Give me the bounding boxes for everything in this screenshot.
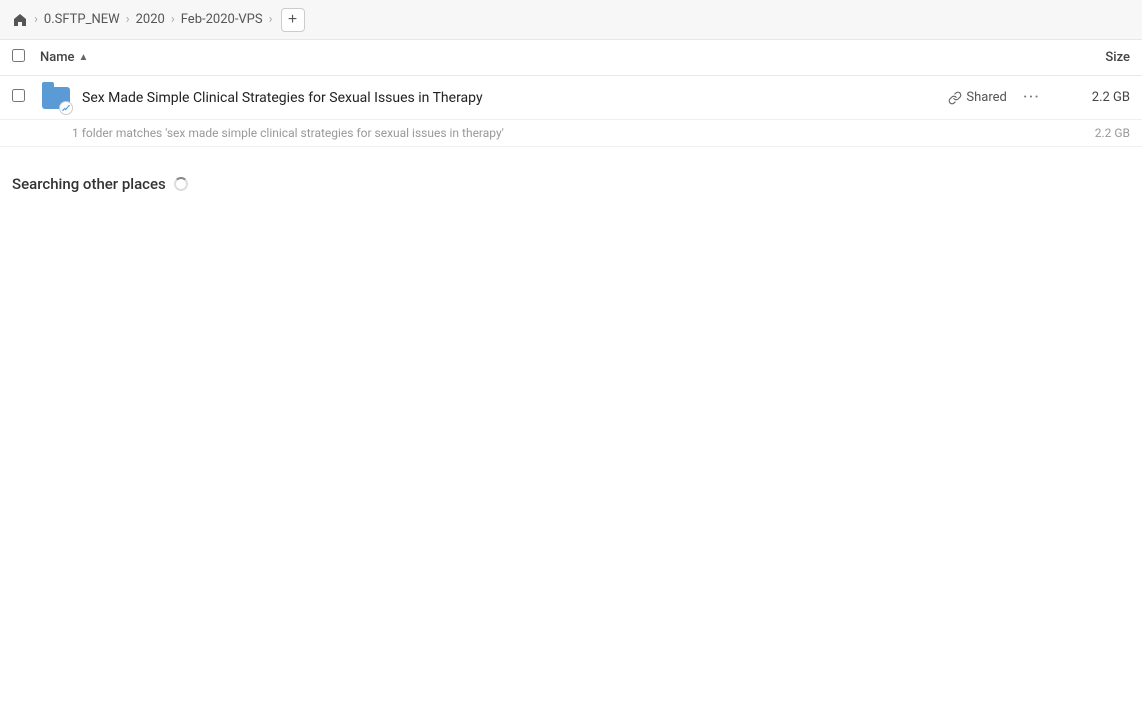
size-column-header[interactable]: Size bbox=[1050, 50, 1130, 65]
searching-other-places-section: Searching other places bbox=[0, 147, 1142, 205]
breadcrumb-item-0[interactable]: 0.SFTP_NEW bbox=[40, 10, 124, 29]
match-size: 2.2 GB bbox=[1095, 126, 1130, 140]
sort-arrow-icon: ▲ bbox=[79, 52, 89, 63]
shared-badge: Shared bbox=[948, 90, 1006, 105]
row-checkbox[interactable] bbox=[12, 89, 32, 106]
link-badge-icon bbox=[59, 101, 73, 115]
toolbar: › 0.SFTP_NEW › 2020 › Feb-2020-VPS › + bbox=[0, 0, 1142, 40]
file-actions: Shared ··· bbox=[948, 85, 1044, 110]
match-text: 1 folder matches 'sex made simple clinic… bbox=[72, 126, 504, 140]
loading-spinner bbox=[174, 177, 188, 191]
breadcrumb-sep-0: › bbox=[34, 12, 38, 27]
breadcrumb-sep-3: › bbox=[269, 12, 273, 27]
shared-label: Shared bbox=[966, 90, 1006, 105]
folder-link-icon bbox=[40, 82, 72, 114]
searching-title: Searching other places bbox=[12, 175, 166, 193]
column-header-row: Name ▲ Size bbox=[0, 40, 1142, 76]
add-tab-button[interactable]: + bbox=[281, 8, 305, 32]
select-all-checkbox[interactable] bbox=[12, 49, 32, 66]
breadcrumb-item-2[interactable]: Feb-2020-VPS bbox=[177, 10, 267, 29]
table-row[interactable]: Sex Made Simple Clinical Strategies for … bbox=[0, 76, 1142, 120]
name-column-header[interactable]: Name ▲ bbox=[40, 50, 1050, 65]
breadcrumb-sep-2: › bbox=[171, 12, 175, 27]
home-button[interactable] bbox=[12, 12, 28, 28]
breadcrumb-sep-1: › bbox=[126, 12, 130, 27]
file-size-value: 2.2 GB bbox=[1060, 90, 1130, 105]
more-options-button[interactable]: ··· bbox=[1019, 85, 1044, 110]
breadcrumb-item-1[interactable]: 2020 bbox=[132, 10, 169, 29]
link-icon bbox=[948, 91, 962, 105]
file-name-label: Sex Made Simple Clinical Strategies for … bbox=[82, 90, 948, 106]
match-info-row: 1 folder matches 'sex made simple clinic… bbox=[0, 120, 1142, 147]
breadcrumb: › 0.SFTP_NEW › 2020 › Feb-2020-VPS › bbox=[32, 10, 275, 29]
